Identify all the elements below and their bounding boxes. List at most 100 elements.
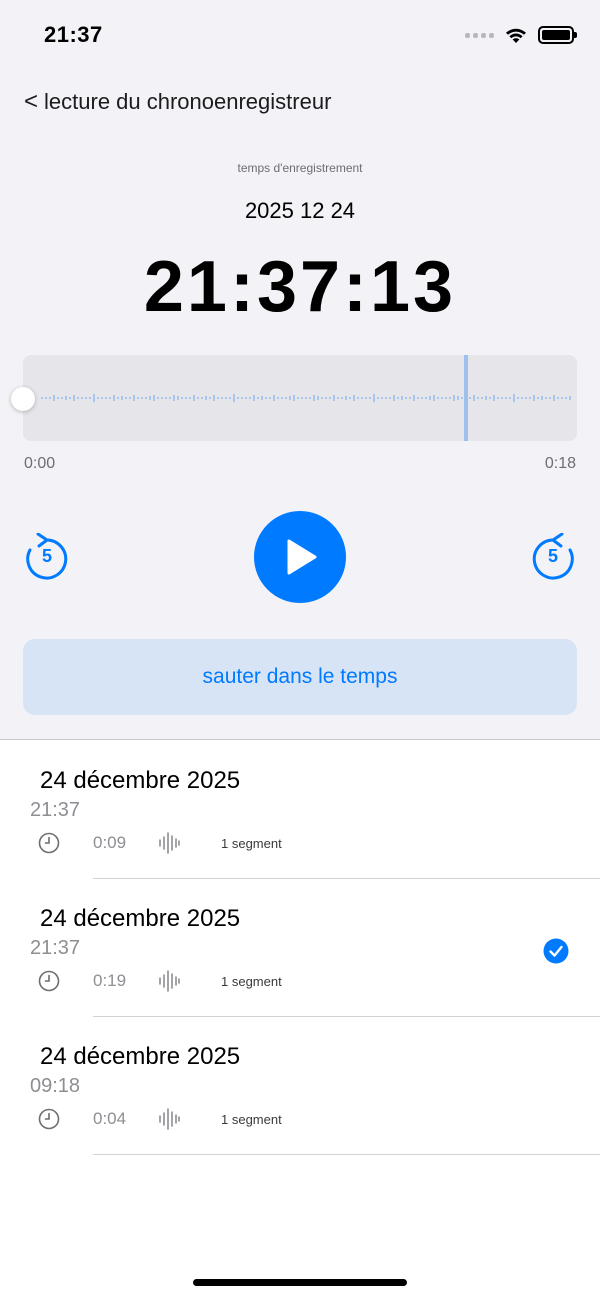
waveform-bar	[129, 397, 131, 399]
waveform-bar	[157, 397, 159, 399]
scrubber-handle[interactable]	[11, 387, 35, 411]
play-icon	[287, 539, 317, 575]
waveform-bar	[209, 397, 211, 399]
recording-list-item[interactable]: 24 décembre 2025 21:37 0:09 1 segment	[0, 741, 600, 879]
waveform-icon	[159, 970, 180, 992]
skip-back-button[interactable]: 5	[24, 532, 70, 581]
waveform-bar	[89, 397, 91, 399]
section-divider	[0, 739, 600, 740]
waveform-bar	[53, 395, 55, 401]
recording-title: 24 décembre 2025	[40, 905, 241, 932]
waveform-graphic	[41, 355, 571, 441]
waveform-bar	[225, 397, 227, 399]
waveform-bar	[453, 395, 455, 401]
waveform-bar	[273, 395, 275, 401]
wifi-icon	[506, 28, 526, 43]
row-divider	[93, 1154, 600, 1155]
waveform-bar	[469, 397, 471, 399]
recording-list-item[interactable]: 24 décembre 2025 09:18 0:04 1 segment	[0, 1017, 600, 1155]
waveform-bar	[545, 397, 547, 399]
waveform-icon	[159, 1108, 180, 1130]
waveform-bar	[433, 395, 435, 401]
waveform-bar	[529, 397, 531, 399]
player-panel: 21:37 < lecture du chronoenregistreur te…	[0, 0, 600, 740]
waveform-bar	[149, 396, 151, 400]
waveform-bar	[541, 396, 543, 400]
back-label: lecture du chronoenregistreur	[44, 89, 332, 114]
waveform-bar	[325, 397, 327, 399]
waveform-bar	[289, 396, 291, 400]
skip-forward-seconds: 5	[547, 546, 558, 566]
waveform-bar	[493, 395, 495, 401]
waveform-bar	[521, 397, 523, 399]
waveform-bar	[189, 397, 191, 399]
waveform-bar	[121, 396, 123, 400]
waveform-bar	[417, 397, 419, 399]
waveform-bar	[409, 397, 411, 399]
waveform-bar	[353, 395, 355, 401]
waveform-bar	[205, 396, 207, 400]
signal-icon	[465, 32, 494, 38]
waveform-bar	[297, 397, 299, 399]
recording-time: 09:18	[30, 1075, 81, 1097]
waveform-bar	[461, 397, 463, 399]
waveform-bar	[449, 397, 451, 399]
waveform-bar	[385, 397, 387, 399]
recording-time: 21:37	[30, 799, 81, 821]
waveform-bar	[457, 396, 459, 400]
skip-back-seconds: 5	[41, 546, 52, 566]
waveform-bar	[421, 397, 423, 399]
skip-forward-button[interactable]: 5	[530, 532, 576, 581]
waveform-bar	[429, 396, 431, 400]
recording-title: 24 décembre 2025	[40, 1043, 241, 1070]
waveform-bar	[281, 397, 283, 399]
waveform-bar	[525, 397, 527, 399]
waveform-bar	[45, 397, 47, 399]
waveform-bar	[361, 397, 363, 399]
waveform-bar	[369, 397, 371, 399]
waveform-bar	[213, 395, 215, 401]
waveform-bar	[341, 397, 343, 399]
waveform-bar	[177, 396, 179, 400]
waveform-bar	[245, 397, 247, 399]
waveform-bar	[389, 397, 391, 399]
elapsed-time: 0:00	[24, 455, 56, 472]
waveform-bar	[285, 397, 287, 399]
waveform-bar	[329, 397, 331, 399]
waveform-bar	[553, 395, 555, 401]
play-button[interactable]	[254, 511, 346, 603]
waveform-bar	[169, 397, 171, 399]
checkmark-circle-icon	[543, 938, 569, 964]
recording-time: 21:37	[30, 937, 81, 959]
waveform-bar	[65, 396, 67, 400]
waveform-bar	[569, 396, 571, 400]
waveform-bar	[501, 397, 503, 399]
back-button[interactable]: < lecture du chronoenregistreur	[24, 88, 331, 116]
waveform-bar	[549, 397, 551, 399]
total-time: 0:18	[544, 455, 576, 472]
waveform-bar	[101, 397, 103, 399]
waveform-bar	[97, 397, 99, 399]
recording-duration: 0:19	[93, 971, 127, 990]
waveform-bar	[141, 397, 143, 399]
status-icons	[465, 26, 577, 44]
waveform-bar	[105, 397, 107, 399]
jump-in-time-button[interactable]: sauter dans le temps	[23, 639, 577, 715]
recording-list-item[interactable]: 24 décembre 2025 21:37 0:19 1 segment	[0, 879, 600, 1017]
waveform-bar	[233, 394, 235, 402]
waveform-bar	[257, 397, 259, 399]
waveform-bar	[401, 396, 403, 400]
waveform-bar	[173, 395, 175, 401]
waveform-bar	[265, 397, 267, 399]
waveform-bar	[473, 395, 475, 401]
waveform-bar	[477, 397, 479, 399]
waveform-bar	[345, 396, 347, 400]
waveform-scrubber[interactable]	[23, 355, 577, 441]
waveform-bar	[185, 397, 187, 399]
waveform-bar	[293, 395, 295, 401]
waveform-bar	[57, 397, 59, 399]
recording-title: 24 décembre 2025	[40, 767, 241, 794]
recording-time-label: temps d'enregistrement	[237, 161, 363, 175]
recording-meta: 0:04 1 segment	[38, 1107, 438, 1131]
segment-marker	[464, 355, 468, 441]
